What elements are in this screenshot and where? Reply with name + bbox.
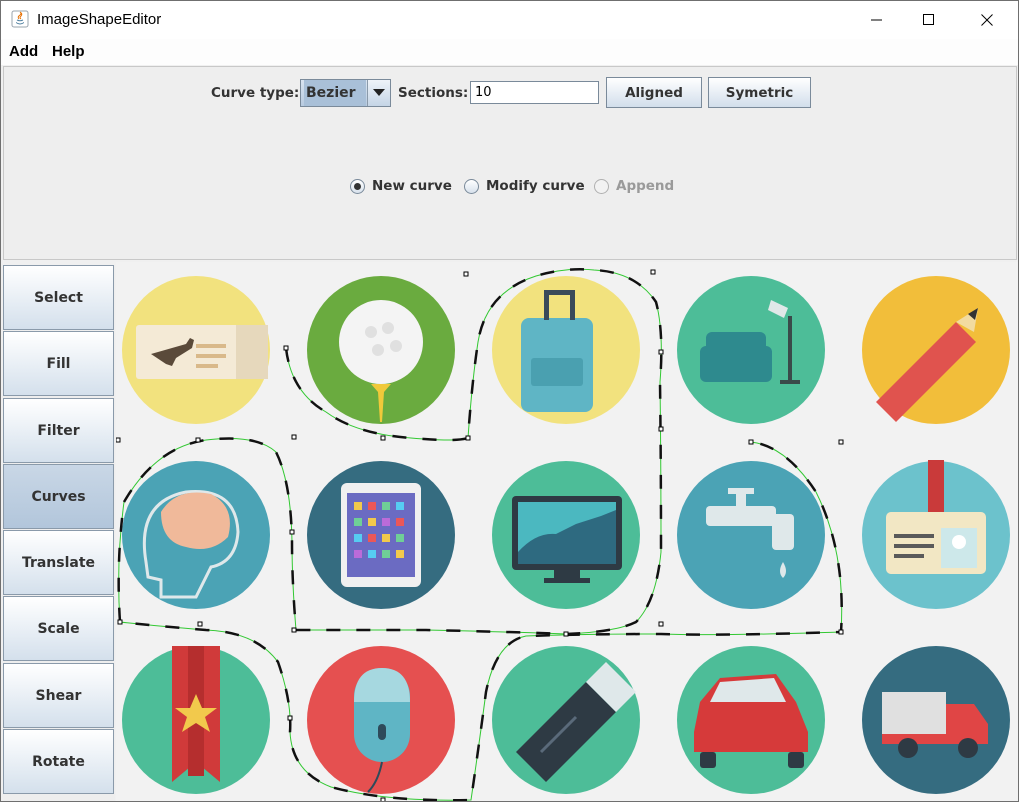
sections-label: Sections:	[398, 85, 469, 101]
close-icon	[981, 14, 993, 26]
menu-help[interactable]: Help	[52, 43, 85, 60]
id-badge-icon	[862, 460, 1010, 609]
close-button[interactable]	[964, 1, 1010, 39]
tablet-icon	[307, 461, 455, 609]
sections-input[interactable]	[470, 81, 599, 104]
tool-translate-button[interactable]: Translate	[3, 530, 114, 595]
symetric-button[interactable]: Symetric	[708, 77, 811, 108]
menu-bar: Add Help	[1, 39, 1018, 65]
radio-new-curve-label: New curve	[372, 178, 452, 194]
minimize-button[interactable]	[854, 1, 900, 39]
minimize-icon	[871, 19, 882, 21]
pencil-icon	[862, 276, 1010, 424]
radio-modify-curve[interactable]: Modify curve	[464, 178, 585, 194]
title-bar[interactable]: ImageShapeEditor	[1, 1, 1018, 39]
window-title: ImageShapeEditor	[37, 11, 162, 28]
plane-ticket-icon	[122, 276, 270, 424]
app-window: ImageShapeEditor Add Help Curve type: Be…	[0, 0, 1019, 802]
menu-add[interactable]: Add	[9, 43, 38, 60]
tool-scale-button[interactable]: Scale	[3, 596, 114, 661]
monitor-chart-icon	[492, 461, 640, 609]
tool-sidebar: Select Fill Filter Curves Translate Scal…	[3, 265, 115, 801]
radio-disabled-icon	[594, 178, 609, 194]
curve-type-label: Curve type:	[211, 85, 300, 101]
tool-shear-button[interactable]: Shear	[3, 663, 114, 728]
radio-append: Append	[594, 178, 674, 194]
radio-modify-curve-label: Modify curve	[486, 178, 585, 194]
maximize-button[interactable]	[906, 1, 952, 39]
curve-controls-panel: Curve type: Bezier Sections: Aligned Sym…	[3, 66, 1017, 260]
image-canvas[interactable]	[116, 262, 1018, 801]
golf-ball-icon	[307, 276, 455, 424]
aligned-button[interactable]: Aligned	[606, 77, 702, 108]
brain-icon	[122, 461, 270, 609]
tool-rotate-button[interactable]: Rotate	[3, 729, 114, 794]
curve-type-value: Bezier	[304, 80, 366, 106]
suitcase-icon	[492, 276, 640, 424]
java-icon	[11, 10, 29, 28]
radio-new-curve[interactable]: New curve	[350, 178, 452, 194]
tool-select-button[interactable]: Select	[3, 265, 114, 330]
faucet-icon	[677, 461, 825, 609]
tool-filter-button[interactable]: Filter	[3, 398, 114, 463]
mouse-icon	[307, 646, 455, 794]
usb-drive-icon	[492, 646, 640, 794]
dropdown-arrow-icon[interactable]	[367, 80, 390, 106]
truck-icon	[862, 646, 1010, 794]
ribbon-star-icon	[122, 646, 270, 794]
curve-type-select[interactable]: Bezier	[300, 79, 391, 107]
tool-curves-button[interactable]: Curves	[3, 464, 114, 529]
tool-fill-button[interactable]: Fill	[3, 331, 114, 396]
sofa-lamp-icon	[677, 276, 825, 424]
radio-unchecked-icon	[464, 178, 479, 194]
maximize-icon	[923, 14, 934, 25]
car-icon	[677, 646, 825, 794]
radio-append-label: Append	[616, 178, 675, 194]
radio-checked-icon	[350, 178, 365, 194]
